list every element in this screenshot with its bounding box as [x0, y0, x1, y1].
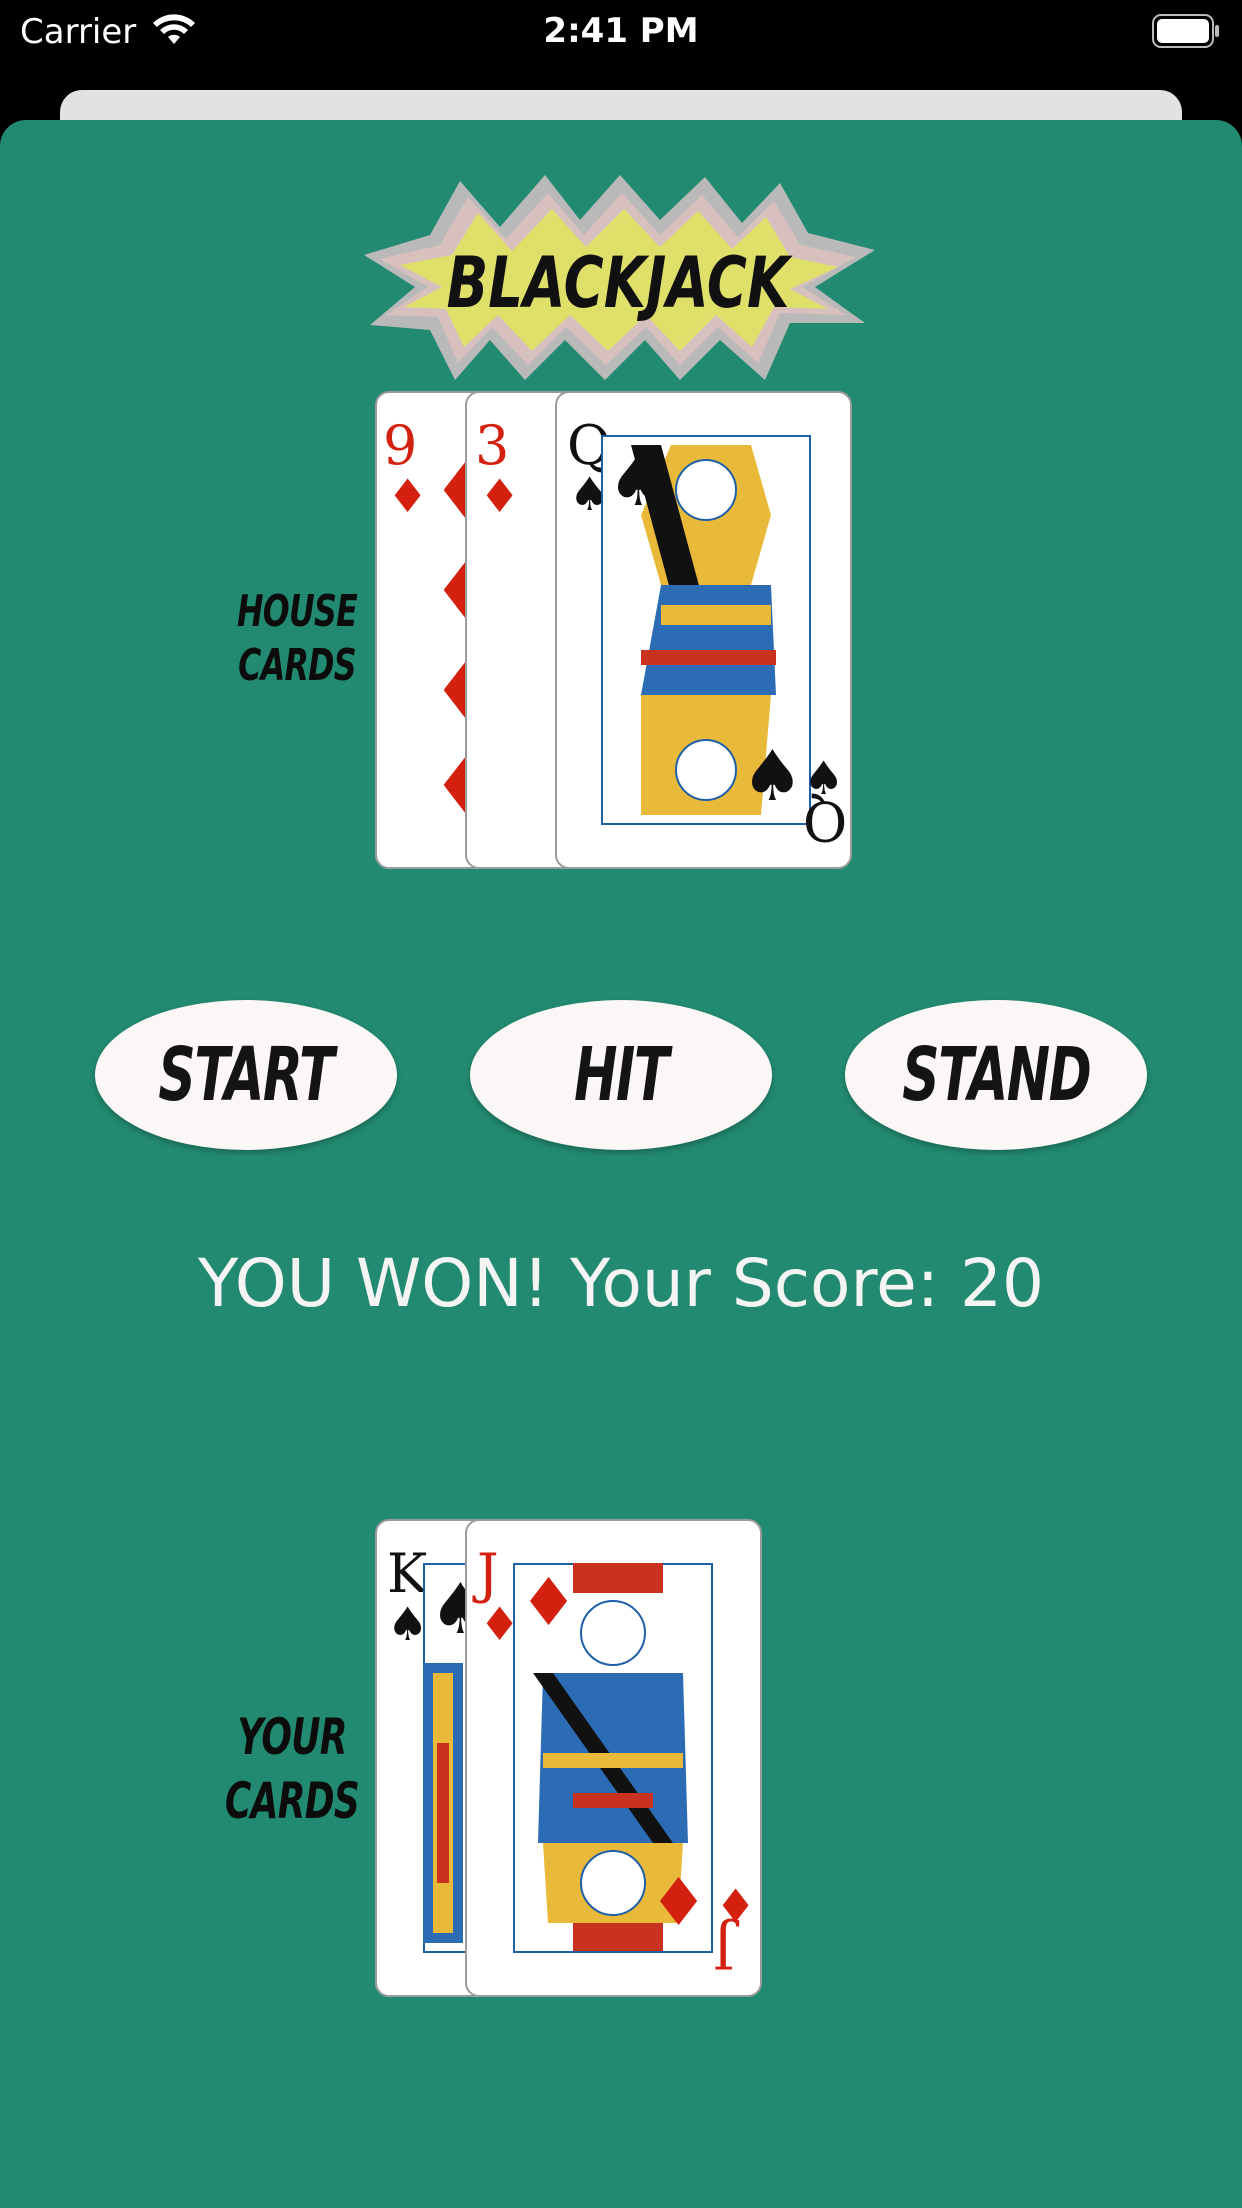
your-label-line1: YOUR — [237, 1708, 347, 1766]
queen-of-spades-face-icon: ♠ ♠ — [601, 435, 811, 825]
house-card-3: Q ♠ ♠ ♠ ♠ Q — [555, 391, 852, 869]
start-button-label: START — [158, 1032, 335, 1118]
svg-text:♦: ♦ — [649, 1864, 708, 1941]
hit-button[interactable]: HIT — [470, 1000, 772, 1150]
status-bar: Carrier 2:41 PM — [0, 0, 1242, 62]
card-rank: 3 — [475, 414, 510, 477]
svg-text:♠: ♠ — [607, 440, 670, 522]
diamond-icon: ♦ — [479, 469, 521, 523]
stand-button-label: STAND — [901, 1032, 1091, 1118]
card-rank: J — [477, 1542, 499, 1605]
jack-of-diamonds-face-icon: ♦ ♦ — [513, 1563, 713, 1953]
card-rank-inverted: Q — [803, 789, 848, 852]
svg-text:♠: ♠ — [741, 735, 804, 817]
your-cards-label: YOUR CARDS — [213, 1705, 371, 1833]
card-rank: 9 — [383, 414, 418, 477]
status-time: 2:41 PM — [543, 11, 699, 51]
card-rank-inverted: J — [713, 1917, 735, 1980]
player-card-2: J ♦ ♦ ♦ ♦ J — [465, 1519, 762, 1997]
result-message: YOU WON! Your Score: 20 — [198, 1245, 1044, 1322]
hit-button-label: HIT — [574, 1032, 669, 1118]
svg-text:♦: ♦ — [519, 1564, 578, 1641]
battery-icon — [1152, 14, 1219, 48]
logo-text: BLACKJACK — [447, 242, 793, 323]
house-label-line1: HOUSE — [236, 586, 358, 637]
stand-button[interactable]: STAND — [845, 1000, 1147, 1150]
diamond-icon: ♦ — [387, 469, 429, 523]
house-cards-label: HOUSE CARDS — [221, 585, 372, 693]
house-label-line2: CARDS — [238, 640, 356, 691]
your-label-line2: CARDS — [224, 1772, 360, 1830]
card-rank: K — [387, 1542, 428, 1605]
start-button[interactable]: START — [95, 1000, 397, 1150]
blackjack-logo: BLACKJACK — [364, 175, 875, 380]
